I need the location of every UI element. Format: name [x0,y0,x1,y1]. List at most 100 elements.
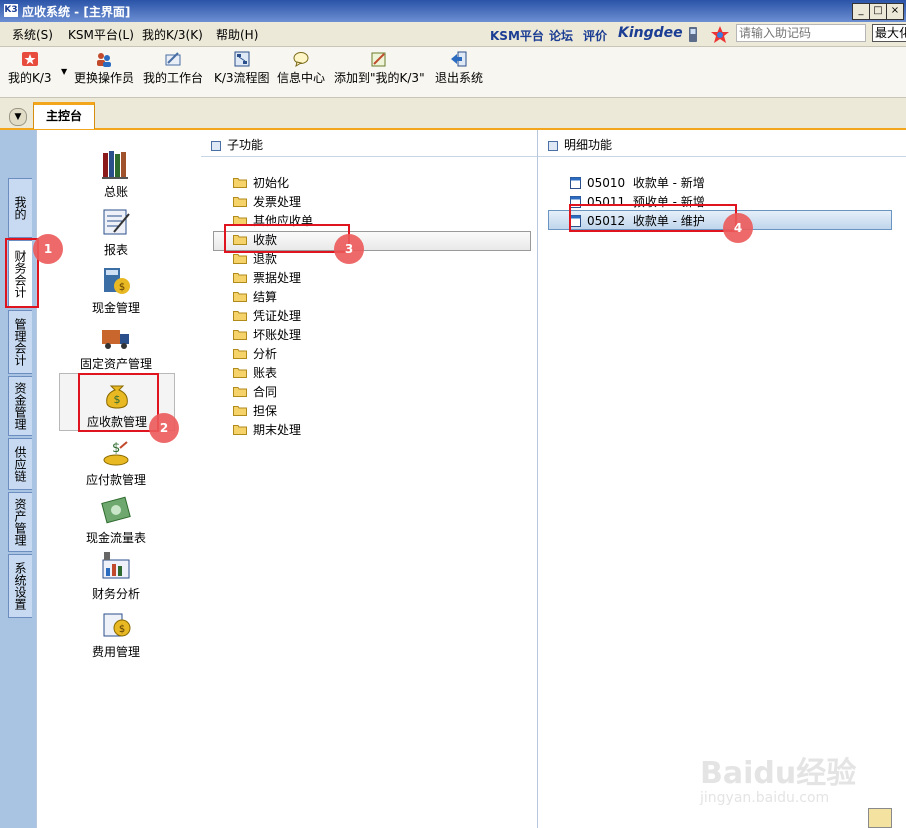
subfunction-label: 发票处理 [253,195,302,209]
folder-icon [233,406,247,416]
my-k3-icon [21,52,38,66]
subfunction-label: 坏账处理 [253,328,302,342]
subfunction-item[interactable]: 担保 [233,402,277,420]
annotation-badge-2: 2 [149,413,179,443]
subfunction-item[interactable]: 票据处理 [233,269,301,287]
annotation-badge-4: 4 [723,213,753,243]
report-icon [103,209,130,235]
app-logo-icon: K3 [4,4,18,17]
banknote-icon [101,496,131,524]
watermark-logo: Baidu经验 [700,756,857,791]
maximize-button[interactable]: □ [869,3,887,20]
subfunction-label: 初始化 [253,176,290,190]
subfunction-item[interactable]: 结算 [233,288,277,306]
chart-icon [102,552,130,579]
exit-system-button[interactable]: 退出系统 [435,51,483,86]
menu-system[interactable]: 系统(S) [12,26,53,43]
folder-icon [233,197,247,207]
module-fixed-assets[interactable]: 固定资产管理 [77,320,155,372]
module-payables[interactable]: $ 应付款管理 [77,436,155,488]
detail-item[interactable]: 05010 收款单 - 新增 [570,174,705,192]
minimize-button[interactable]: _ [852,3,870,20]
subfunction-item[interactable]: 坏账处理 [233,326,301,344]
subfunction-item[interactable]: 账表 [233,364,277,382]
star-icon[interactable] [710,25,730,44]
folder-icon [233,311,247,321]
ksm-platform-link[interactable]: KSM平台 [490,27,544,44]
vtab-my-k3[interactable]: 我的K/3 [0,178,32,238]
annotation-box-2 [78,373,159,432]
subfunction-label: 结算 [253,290,278,304]
k3-flowchart-button[interactable]: K/3流程图 [214,51,270,86]
detail-list: 05010 收款单 - 新增 05011 预收单 - 新增 05012 收款单 - … [538,130,906,250]
vtab-supply-chain[interactable]: 供应链 [8,438,32,490]
folder-icon [233,368,247,378]
subfunction-label: 期末处理 [253,423,302,437]
toolbar: 我的K/3 ▼ 更换操作员 我的工作台 K/3流程图 信息中心 添加到"我的K/… [0,47,906,98]
module-expense[interactable]: $ 费用管理 [77,608,155,660]
menu-bar: 系统(S) KSM平台(L) 我的K/3(K) 帮助(H) KSM平台 论坛 评… [0,22,906,47]
folder-icon [233,330,247,340]
module-financial-analysis[interactable]: 财务分析 [77,550,155,602]
module-general-ledger[interactable]: 总账 [77,148,155,200]
helper-code-input[interactable] [736,24,866,42]
module-reports[interactable]: 报表 [77,206,155,258]
my-k3-button[interactable]: 我的K/3 [8,51,52,86]
folder-icon [233,178,247,188]
subfunction-item[interactable]: 合同 [233,383,277,401]
subfunction-item[interactable]: 凭证处理 [233,307,301,325]
vtab-asset-management[interactable]: 资产管理 [8,492,32,552]
vtab-system-settings[interactable]: 系统设置 [8,554,32,618]
tab-main-console[interactable]: 主控台 [33,102,95,129]
add-to-my-k3-button[interactable]: 添加到"我的K/3" [334,51,425,86]
change-operator-icon [97,53,111,67]
folder-icon [233,254,247,264]
close-button[interactable]: × [886,3,904,20]
document-icon [570,177,581,189]
watermark-url: jingyan.baidu.com [700,790,830,806]
rating-link[interactable]: 评价 [583,27,607,44]
module-panel: 总账 报表 $ 现金管理 固定资产管理 $ 应收款管理 $ 应付款管理 现金流量… [36,130,202,828]
menu-my-k3[interactable]: 我的K/3(K) [142,26,203,43]
coins-icon: $ [103,441,129,466]
annotation-badge-1: 1 [33,234,63,264]
info-center-icon [293,52,309,67]
vtab-fund-management[interactable]: 资金管理 [8,376,32,436]
subfunction-label: 担保 [253,404,278,418]
subfunction-item[interactable]: 发票处理 [233,193,301,211]
mail-icon[interactable] [868,808,892,828]
maximize-dropdown[interactable]: 最大化 [872,24,906,42]
detail-code: 05010 [587,176,626,190]
folder-icon [233,349,247,359]
annotation-box-4 [569,204,737,232]
expense-icon: $ [103,613,131,637]
phone-icon[interactable] [688,27,698,42]
subfunction-item[interactable]: 初始化 [233,174,289,192]
vtab-management-accounting[interactable]: 管理会计 [8,310,32,374]
subfunction-item[interactable]: 期末处理 [233,421,301,439]
my-workbench-button[interactable]: 我的工作台 [143,51,203,86]
folder-icon [233,387,247,397]
menu-ksm[interactable]: KSM平台(L) [68,26,134,43]
kingdee-logo: Kingdee [618,25,683,41]
add-to-favorites-icon [371,52,386,67]
subfunction-item[interactable]: 分析 [233,345,277,363]
module-cash-flow[interactable]: 现金流量表 [77,494,155,546]
category-tabs: 我的K/3 财务会计 管理会计 资金管理 供应链 资产管理 系统设置 [0,130,36,828]
forum-link[interactable]: 论坛 [549,27,573,44]
title-bar: K3 应收系统 - [主界面] _ □ × [0,0,906,22]
tab-dropdown-icon[interactable]: ▼ [9,108,27,126]
change-operator-button[interactable]: 更换操作员 [74,51,134,86]
exit-icon [451,51,467,67]
subfunction-label: 分析 [253,347,278,361]
dropdown-arrow-icon[interactable]: ▼ [61,67,67,76]
module-cash-management[interactable]: $ 现金管理 [77,264,155,316]
subfunction-label: 合同 [253,385,278,399]
subfunction-label: 凭证处理 [253,309,302,323]
info-center-button[interactable]: 信息中心 [277,51,325,86]
truck-icon [102,330,129,349]
menu-help[interactable]: 帮助(H) [216,26,258,43]
svg-text:$: $ [112,441,120,456]
books-icon [102,151,128,179]
